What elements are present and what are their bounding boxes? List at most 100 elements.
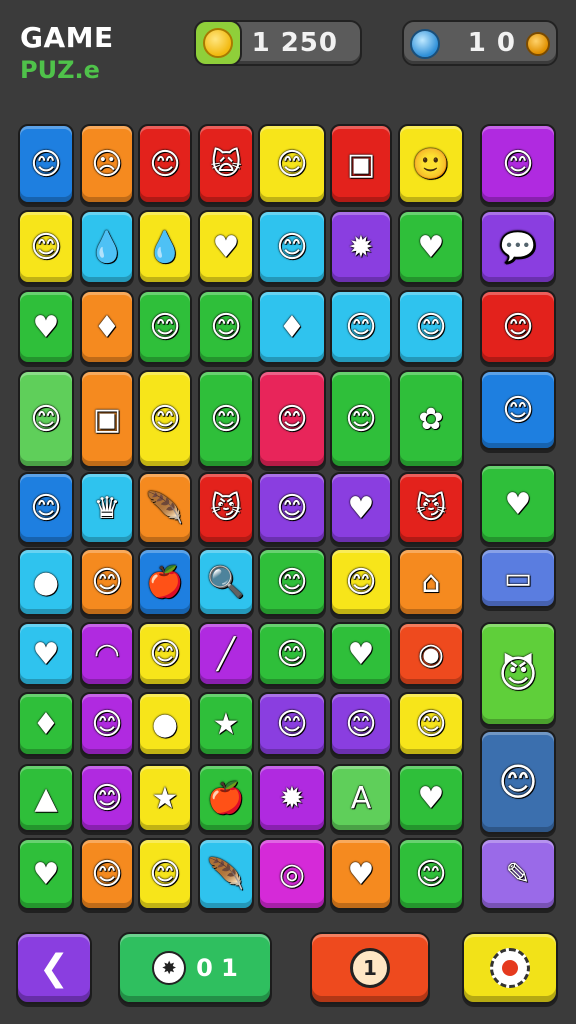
flower-face-icon: 😊 bbox=[502, 309, 534, 345]
tile-gnome-face[interactable]: 😊 bbox=[480, 124, 556, 204]
tile-eye[interactable]: ◉ bbox=[398, 622, 464, 686]
tile-star[interactable]: ★ bbox=[198, 692, 254, 756]
hint-button[interactable]: ✸ 0 1 bbox=[118, 932, 272, 1004]
tile-cat-face[interactable]: 😼 bbox=[198, 472, 254, 544]
tile-magnifier[interactable]: 🔍 bbox=[198, 548, 254, 616]
tile-spiky[interactable]: ✹ bbox=[330, 210, 392, 284]
fox-face-icon: 😊 bbox=[30, 490, 62, 526]
tile-heart[interactable]: ♥ bbox=[398, 210, 464, 284]
tile-cat-face[interactable]: 😊 bbox=[80, 692, 134, 756]
tile-drop-face[interactable]: 😊 bbox=[18, 370, 74, 468]
tile-diamond[interactable]: ♦ bbox=[258, 290, 326, 364]
tile-heart[interactable]: ♥ bbox=[330, 838, 392, 910]
tile-crown-face[interactable]: 😊 bbox=[480, 370, 556, 450]
tile-crown[interactable]: ♛ bbox=[80, 472, 134, 544]
tile-spiky[interactable]: ✹ bbox=[258, 764, 326, 832]
tile-flower[interactable]: ✿ bbox=[398, 370, 464, 468]
tile-pencil[interactable]: ✎ bbox=[480, 838, 556, 910]
green-drop-icon: 🙂 bbox=[412, 146, 450, 182]
tile-leaf[interactable]: 💧 bbox=[138, 210, 192, 284]
tile-heart[interactable]: ♥ bbox=[198, 210, 254, 284]
heart-icon: ♥ bbox=[347, 636, 375, 672]
tile-leaf-face[interactable]: 😊 bbox=[198, 290, 254, 364]
pineapple-face-icon: 😊 bbox=[345, 309, 377, 345]
slash-icon: ╱ bbox=[216, 636, 236, 672]
tile-heart[interactable]: ♥ bbox=[18, 622, 74, 686]
tile-apple[interactable]: 🍎 bbox=[138, 548, 192, 616]
tile-wolf-face[interactable]: 😊 bbox=[330, 692, 392, 756]
tile-diamond[interactable]: ♦ bbox=[18, 692, 74, 756]
heart-icon: ♥ bbox=[32, 856, 60, 892]
tile-wolf-face[interactable]: 🙀 bbox=[198, 124, 254, 204]
tile-leaf-face[interactable]: 😊 bbox=[138, 370, 192, 468]
ball-icon: ● bbox=[32, 564, 60, 600]
tile-heart[interactable]: ♥ bbox=[330, 622, 392, 686]
tile-bear-face[interactable]: 😊 bbox=[258, 124, 326, 204]
tile-signal[interactable]: ◠ bbox=[80, 622, 134, 686]
magnifier-icon: 🔍 bbox=[207, 564, 245, 600]
heart-icon: ♥ bbox=[32, 309, 60, 345]
tile-letter[interactable]: A bbox=[330, 764, 392, 832]
tile-slash[interactable]: ╱ bbox=[198, 622, 254, 686]
tile-ghost-face[interactable]: ☹ bbox=[80, 124, 134, 204]
tile-bunny-face[interactable]: 😊 bbox=[330, 370, 392, 468]
hint-count: 0 1 bbox=[196, 954, 238, 982]
tile-diamond[interactable]: ♦ bbox=[80, 290, 134, 364]
tile-crab-face[interactable]: 😊 bbox=[258, 548, 326, 616]
tile-heart[interactable]: ♥ bbox=[480, 464, 556, 544]
tile-cat-face[interactable]: 😊 bbox=[398, 290, 464, 364]
tile-ball[interactable]: ● bbox=[18, 548, 74, 616]
settings-button[interactable] bbox=[462, 932, 558, 1004]
tile-speech-bubble[interactable]: 💬 bbox=[480, 210, 556, 284]
tile-crown-face[interactable]: 😊 bbox=[258, 472, 326, 544]
tile-apple[interactable]: 🍎 bbox=[198, 764, 254, 832]
tile-gnome-face[interactable]: 😊 bbox=[258, 370, 326, 468]
tile-card[interactable]: ▣ bbox=[80, 370, 134, 468]
tile-crab-face[interactable]: 😊 bbox=[330, 548, 392, 616]
tile-goblin-face[interactable]: 😊 bbox=[18, 210, 74, 284]
tile-cat-face[interactable]: 😊 bbox=[258, 692, 326, 756]
tile-feather[interactable]: 🪶 bbox=[198, 838, 254, 910]
tile-bear-face[interactable]: 😊 bbox=[258, 622, 326, 686]
tile-arch[interactable]: ⌂ bbox=[398, 548, 464, 616]
shuffle-button[interactable]: 1 bbox=[310, 932, 430, 1004]
tile-flame-face[interactable]: 😊 bbox=[198, 370, 254, 468]
tile-shell[interactable]: 😊 bbox=[398, 838, 464, 910]
tile-heart[interactable]: ♥ bbox=[18, 290, 74, 364]
tile-flame-face[interactable]: 😊 bbox=[80, 838, 134, 910]
spike-icon: ▲ bbox=[34, 780, 58, 816]
tile-bear-face[interactable]: 😊 bbox=[138, 622, 192, 686]
diamond-icon: ♦ bbox=[278, 309, 306, 345]
tile-cat-face[interactable]: 😊 bbox=[138, 124, 192, 204]
tile-blob[interactable]: ◎ bbox=[258, 838, 326, 910]
tile-heart[interactable]: ♥ bbox=[18, 838, 74, 910]
tile-frog-face[interactable]: 😊 bbox=[398, 692, 464, 756]
tile-gnome-face[interactable]: 😊 bbox=[18, 124, 74, 204]
tile-feather[interactable]: 🪶 bbox=[138, 472, 192, 544]
letter-icon: A bbox=[350, 780, 372, 816]
tile-cat-face[interactable]: 😊 bbox=[258, 210, 326, 284]
tile-cat-face[interactable]: 😊 bbox=[480, 730, 556, 834]
tile-star[interactable]: ★ bbox=[138, 764, 192, 832]
tile-flame-face[interactable]: 😊 bbox=[138, 290, 192, 364]
tile-pineapple-face[interactable]: 😊 bbox=[330, 290, 392, 364]
tile-green-drop[interactable]: 🙂 bbox=[398, 124, 464, 204]
crown-face-icon: 😊 bbox=[276, 490, 308, 526]
tile-panel[interactable]: ▭ bbox=[480, 548, 556, 608]
tile-fox-face[interactable]: 😊 bbox=[18, 472, 74, 544]
tile-heart[interactable]: ♥ bbox=[398, 764, 464, 832]
tile-flower-face[interactable]: 😊 bbox=[480, 290, 556, 364]
bear-face-icon: 😊 bbox=[276, 636, 308, 672]
tile-card[interactable]: ▣ bbox=[330, 124, 392, 204]
tile-cat-face[interactable]: 😊 bbox=[80, 548, 134, 616]
tile-donut[interactable]: ● bbox=[138, 692, 192, 756]
tile-sun-face[interactable]: 😊 bbox=[80, 764, 134, 832]
tile-heart[interactable]: ♥ bbox=[330, 472, 392, 544]
back-button[interactable]: ❮ bbox=[16, 932, 92, 1004]
tile-spike[interactable]: ▲ bbox=[18, 764, 74, 832]
tile-drop[interactable]: 💧 bbox=[80, 210, 134, 284]
tile-gnome-face[interactable]: 😈 bbox=[480, 622, 556, 726]
leaf-face-icon: 😊 bbox=[149, 401, 181, 437]
tile-wolf-face[interactable]: 😼 bbox=[398, 472, 464, 544]
tile-star-face[interactable]: 😊 bbox=[138, 838, 192, 910]
